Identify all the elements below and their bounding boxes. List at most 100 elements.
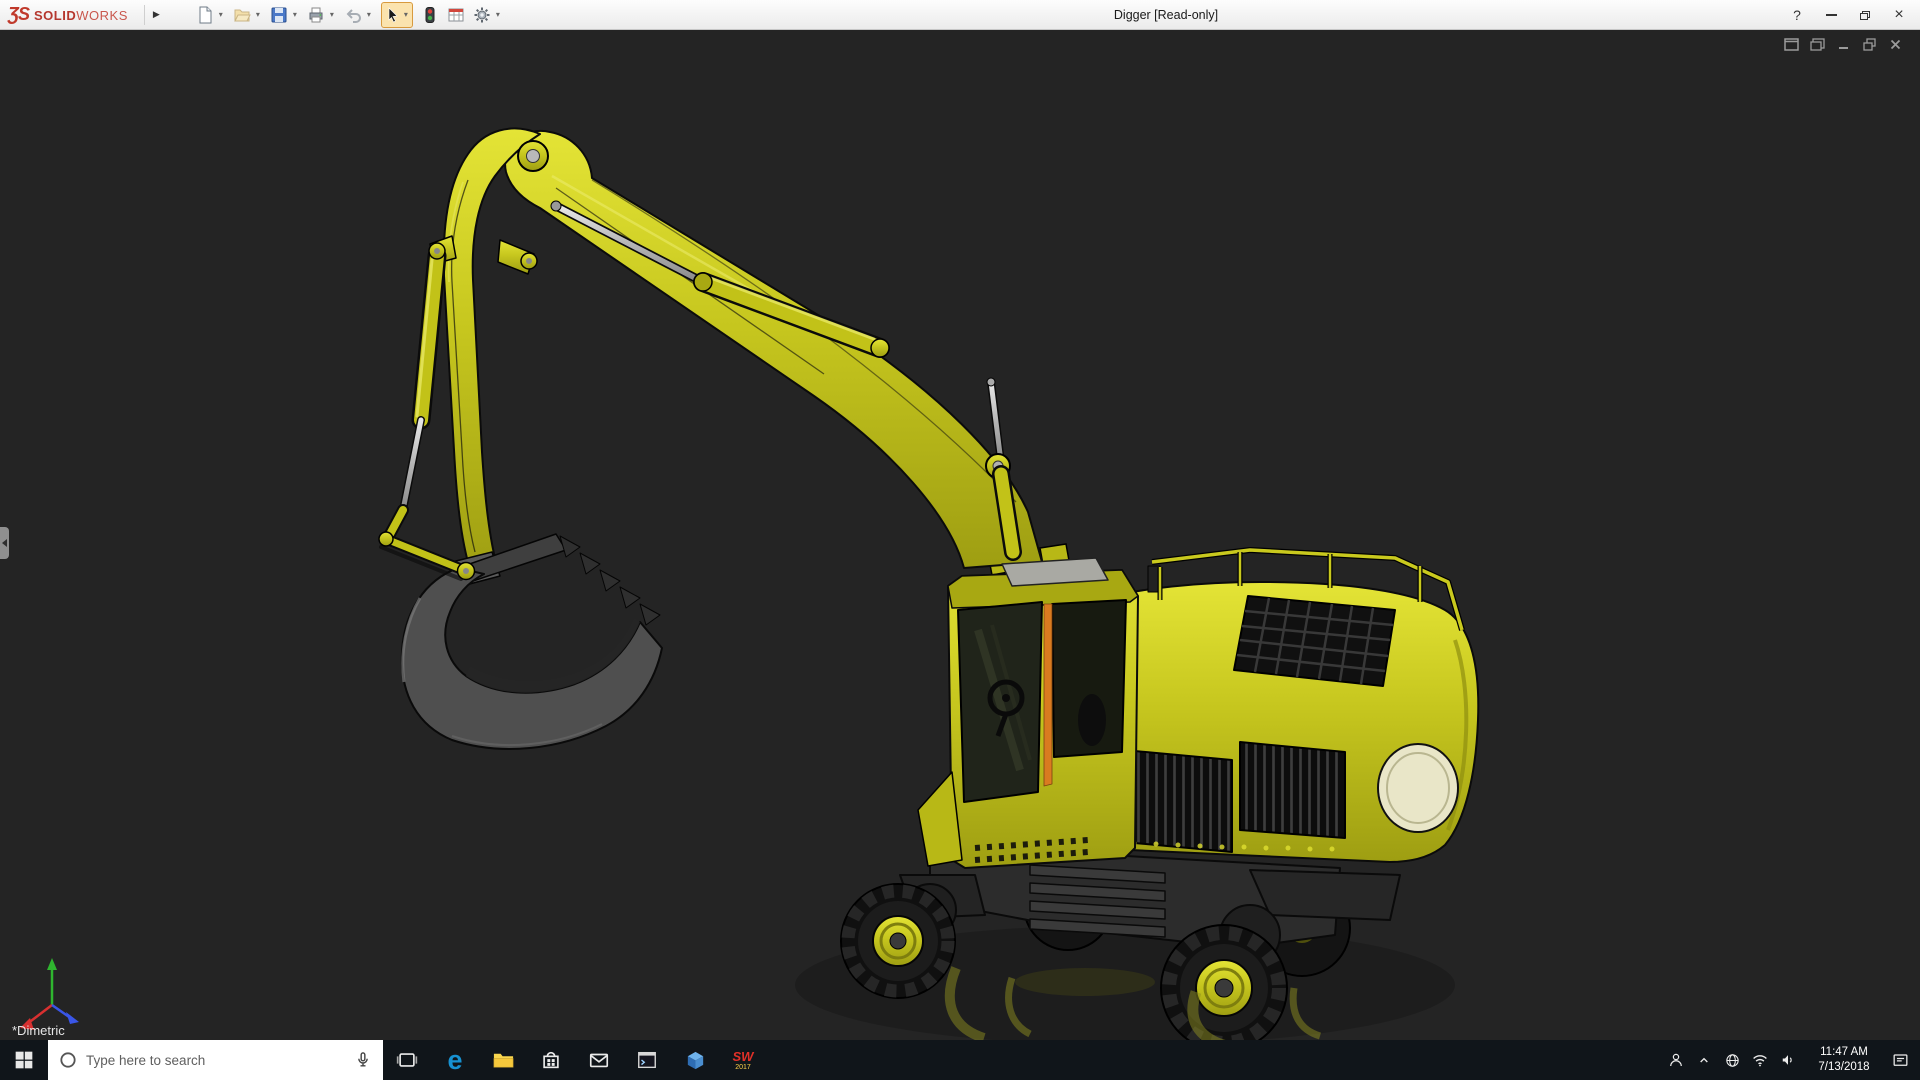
mail-icon (589, 1053, 609, 1068)
graphics-viewport[interactable]: *Dimetric (0, 30, 1920, 1040)
front-left-wheel[interactable] (840, 883, 956, 999)
action-center-button[interactable] (1886, 1040, 1914, 1080)
people-button[interactable] (1662, 1040, 1690, 1080)
rebuild-traffic-light-icon (425, 6, 435, 23)
boom-arm[interactable] (429, 127, 1043, 577)
cortana-icon (60, 1052, 76, 1068)
cube-icon (687, 1051, 703, 1069)
search-input[interactable] (78, 1052, 353, 1068)
view-orientation-label: *Dimetric (12, 1023, 65, 1038)
file-properties-button[interactable] (443, 3, 469, 27)
document-window-controls (1783, 37, 1904, 52)
wifi-icon (1753, 1055, 1767, 1067)
new-dropdown[interactable]: ▾ (219, 10, 223, 19)
cab[interactable] (917, 557, 1139, 869)
engine-top-grille (1233, 595, 1396, 687)
menu-flyout-arrow[interactable]: ▶ (143, 4, 168, 25)
edge-button[interactable]: e (431, 1040, 479, 1080)
doc-window-icon[interactable] (1783, 37, 1800, 52)
side-vents (1101, 741, 1346, 853)
windows-logo-icon (15, 1051, 33, 1069)
new-document-button[interactable] (192, 3, 218, 27)
print-dropdown[interactable]: ▾ (330, 10, 334, 19)
speaker-icon (1782, 1055, 1792, 1065)
bucket-linkage[interactable] (378, 531, 476, 581)
open-button[interactable] (229, 3, 255, 27)
seat (1078, 694, 1106, 746)
open-dropdown[interactable]: ▾ (256, 10, 260, 19)
solidworks-app-icon: SW 2017 (732, 1048, 754, 1071)
brand-name-bold: SOLID (34, 8, 77, 23)
model-scene[interactable]: *Dimetric (0, 30, 1920, 1040)
door-edge (1043, 603, 1053, 787)
doc-cascade-icon[interactable] (1809, 37, 1826, 52)
network-button[interactable] (1718, 1040, 1746, 1080)
action-center-icon (1893, 1053, 1907, 1066)
doc-minimize-icon[interactable] (1835, 37, 1852, 52)
help-button[interactable]: ? (1780, 1, 1814, 29)
3d-viewer-button[interactable] (671, 1040, 719, 1080)
gear-icon (474, 7, 490, 22)
undo-icon (346, 8, 361, 23)
taskbar-clock[interactable]: 11:47 AM 7/13/2018 (1802, 1045, 1886, 1075)
volume-button[interactable] (1774, 1040, 1802, 1080)
new-document-icon (199, 6, 212, 23)
undo-dropdown[interactable]: ▾ (367, 10, 371, 19)
chevron-up-icon (1700, 1057, 1708, 1063)
console-button[interactable] (623, 1040, 671, 1080)
start-button[interactable] (0, 1040, 48, 1080)
task-view-button[interactable] (383, 1040, 431, 1080)
rear-window (1377, 743, 1459, 833)
mail-button[interactable] (575, 1040, 623, 1080)
solidworks-logo: ƷS SOLID WORKS (0, 4, 138, 25)
windows-taskbar: e SW (0, 1040, 1920, 1080)
doc-close-icon[interactable] (1887, 37, 1904, 52)
clock-time: 11:47 AM (1820, 1046, 1868, 1059)
save-icon (271, 7, 287, 22)
brand-name-light: WORKS (76, 8, 128, 23)
print-icon (309, 7, 323, 22)
minimize-button[interactable] (1814, 1, 1848, 29)
restore-icon (1860, 10, 1870, 20)
chassis-reflection (1015, 968, 1155, 996)
bucket-teeth (559, 535, 661, 626)
select-dropdown[interactable]: ▾ (404, 10, 408, 19)
doc-restore-icon[interactable] (1861, 37, 1878, 52)
store-button[interactable] (527, 1040, 575, 1080)
close-button[interactable]: × (1882, 1, 1916, 29)
people-icon (1670, 1053, 1682, 1067)
save-dropdown[interactable]: ▾ (293, 10, 297, 19)
clock-date: 7/13/2018 (1818, 1061, 1870, 1073)
edge-icon: e (447, 1044, 463, 1075)
options-dropdown[interactable]: ▾ (496, 10, 500, 19)
options-button[interactable] (469, 3, 495, 27)
select-cursor-icon (388, 6, 398, 22)
taskbar-search[interactable] (48, 1040, 383, 1080)
dassault-3ds-icon: ƷS (8, 4, 30, 24)
titlebar: ƷS SOLID WORKS ▶ ▾ ▾ ▾ ▾ ▾ ▾ ▾ Digger [R… (0, 0, 1920, 30)
front-right-wheel[interactable] (1160, 924, 1288, 1040)
reference-triad (20, 958, 79, 1030)
microphone-icon[interactable] (353, 1050, 373, 1070)
system-tray: 11:47 AM 7/13/2018 (1662, 1040, 1920, 1080)
globe-icon (1725, 1053, 1739, 1067)
minimize-icon (1825, 14, 1837, 16)
undo-button[interactable] (340, 3, 366, 27)
task-view-icon (396, 1053, 418, 1067)
save-button[interactable] (266, 3, 292, 27)
file-explorer-button[interactable] (479, 1040, 527, 1080)
select-tool-button[interactable]: ▾ (380, 1, 413, 28)
store-bag-icon (543, 1051, 559, 1069)
solidworks-app-button[interactable]: SW 2017 (719, 1040, 767, 1080)
wifi-button[interactable] (1746, 1040, 1774, 1080)
hidden-icons-button[interactable] (1690, 1040, 1718, 1080)
folder-icon (493, 1053, 513, 1067)
engine-housing[interactable] (1085, 547, 1480, 863)
open-icon (234, 9, 251, 21)
document-title: Digger [Read-only] (1113, 7, 1219, 22)
rebuild-button[interactable] (417, 3, 443, 27)
print-button[interactable] (303, 3, 329, 27)
console-window-icon (638, 1051, 656, 1069)
quick-access-toolbar: ▾ ▾ ▾ ▾ ▾ ▾ ▾ (192, 1, 506, 28)
restore-button[interactable] (1848, 1, 1882, 29)
